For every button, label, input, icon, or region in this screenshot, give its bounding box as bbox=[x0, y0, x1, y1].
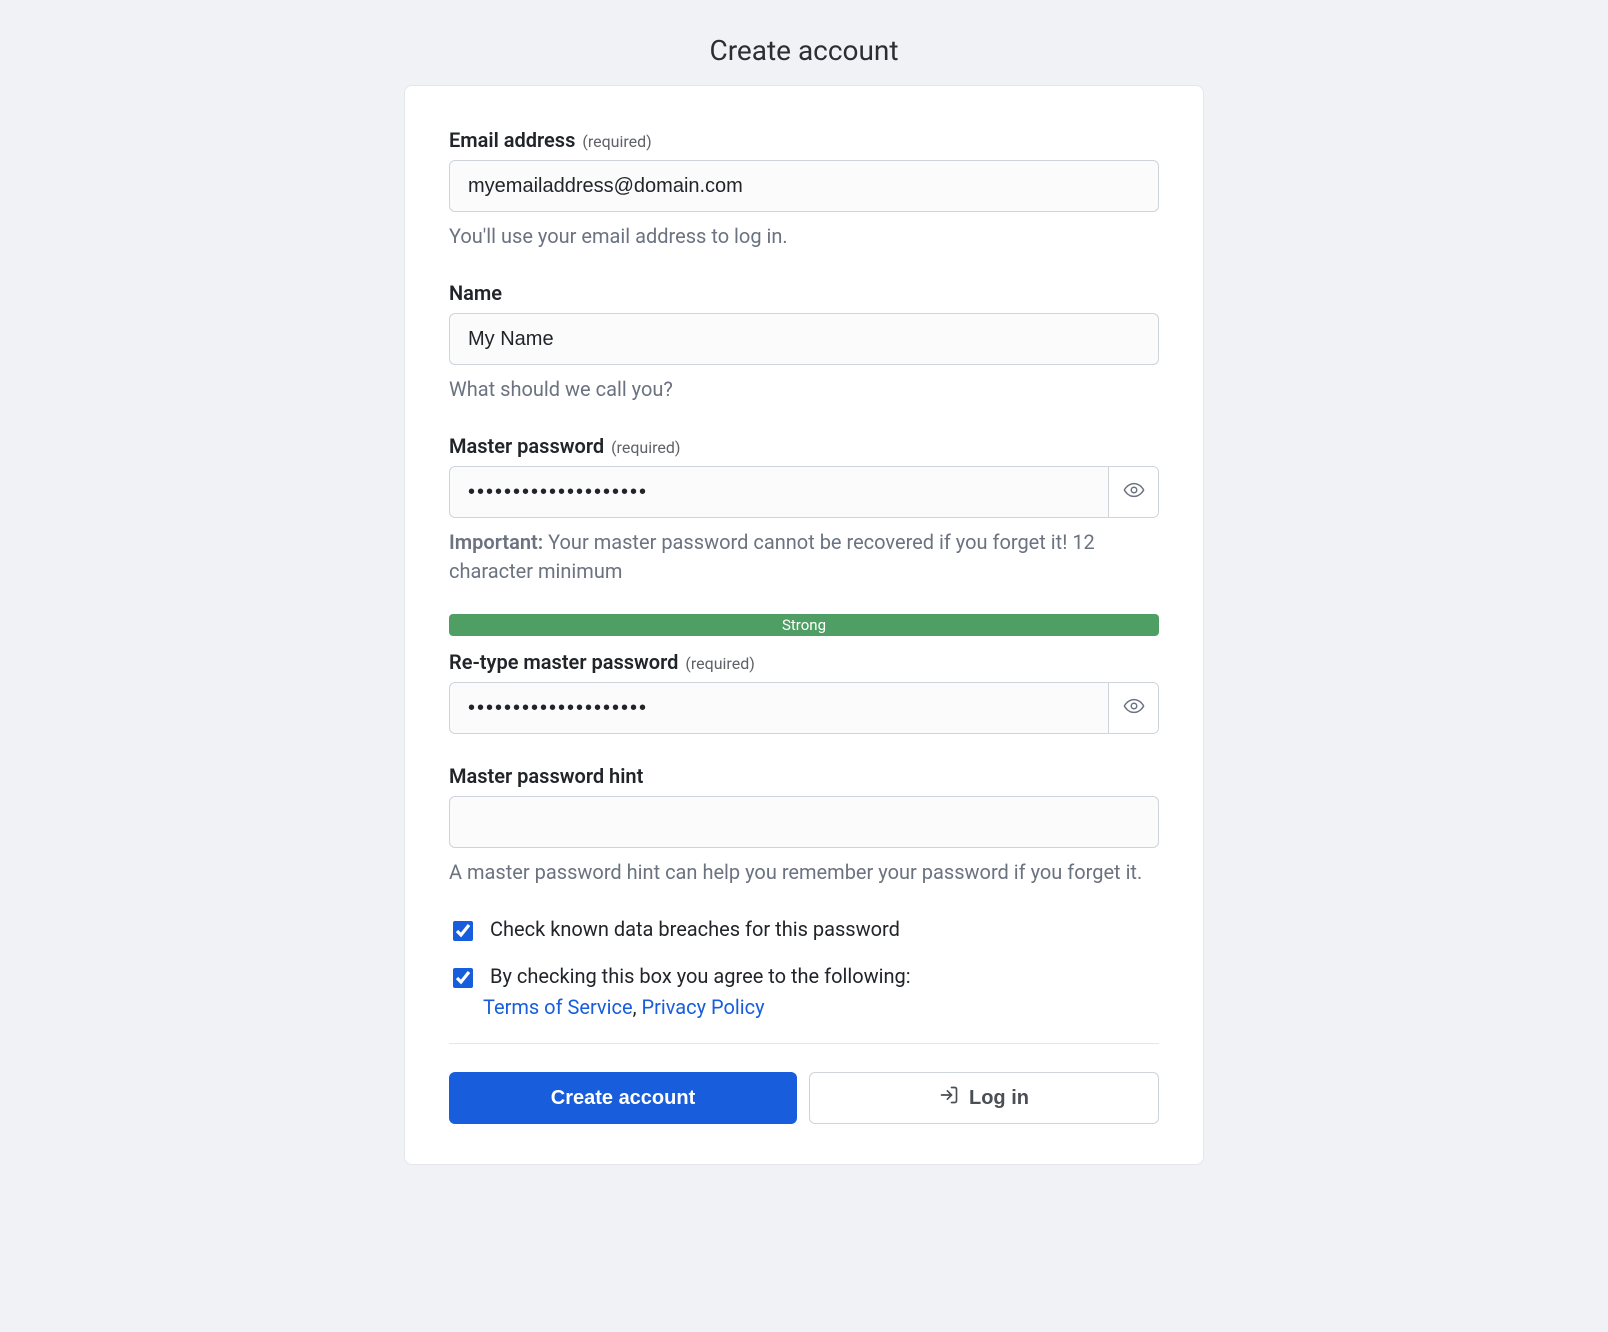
retype-input-group bbox=[449, 682, 1159, 734]
email-field-group: Email address (required) You'll use your… bbox=[449, 128, 1159, 251]
hint-label: Master password hint bbox=[449, 764, 1159, 788]
page-root: Create account Email address (required) … bbox=[0, 0, 1608, 1332]
hint-input[interactable] bbox=[449, 796, 1159, 848]
name-help: What should we call you? bbox=[449, 375, 1159, 404]
password-important-text: Your master password cannot be recovered… bbox=[449, 530, 1095, 583]
eye-icon bbox=[1123, 695, 1145, 721]
log-in-button-label: Log in bbox=[969, 1087, 1029, 1110]
privacy-policy-link[interactable]: Privacy Policy bbox=[641, 995, 764, 1019]
signup-card: Email address (required) You'll use your… bbox=[404, 85, 1204, 1165]
toggle-retype-visibility-button[interactable] bbox=[1108, 683, 1158, 733]
log-in-button[interactable]: Log in bbox=[809, 1072, 1159, 1124]
retype-password-input[interactable] bbox=[450, 683, 1108, 733]
eye-icon bbox=[1123, 479, 1145, 505]
tos-checkbox[interactable] bbox=[453, 968, 473, 988]
create-account-button-label: Create account bbox=[551, 1087, 696, 1110]
password-strength-bar: Strong bbox=[449, 614, 1159, 636]
login-icon bbox=[939, 1085, 959, 1111]
password-label-text: Master password bbox=[449, 434, 604, 458]
breach-checkbox[interactable] bbox=[453, 921, 473, 941]
hint-help: A master password hint can help you reme… bbox=[449, 858, 1159, 887]
password-input-group bbox=[449, 466, 1159, 518]
password-important-label: Important: bbox=[449, 530, 543, 554]
password-label: Master password (required) bbox=[449, 434, 1159, 458]
email-help: You'll use your email address to log in. bbox=[449, 222, 1159, 251]
hint-field-group: Master password hint A master password h… bbox=[449, 764, 1159, 887]
button-row: Create account Log in bbox=[449, 1072, 1159, 1124]
email-required-text: (required) bbox=[582, 132, 651, 151]
name-input[interactable] bbox=[449, 313, 1159, 365]
retype-label-text: Re-type master password bbox=[449, 650, 678, 674]
email-input[interactable] bbox=[449, 160, 1159, 212]
divider-line bbox=[449, 1043, 1159, 1044]
tos-check-label: By checking this box you agree to the fo… bbox=[490, 964, 911, 988]
tos-check-row: By checking this box you agree to the fo… bbox=[449, 964, 1159, 991]
tos-check-group: By checking this box you agree to the fo… bbox=[449, 964, 1159, 1019]
terms-of-service-link[interactable]: Terms of Service bbox=[483, 995, 633, 1019]
password-important-help: Important: Your master password cannot b… bbox=[449, 528, 1159, 586]
name-field-group: Name What should we call you? bbox=[449, 281, 1159, 404]
password-input[interactable] bbox=[450, 467, 1108, 517]
create-account-button[interactable]: Create account bbox=[449, 1072, 797, 1124]
retype-field-group: Re-type master password (required) bbox=[449, 650, 1159, 734]
password-required-text: (required) bbox=[611, 438, 680, 457]
breach-check-label: Check known data breaches for this passw… bbox=[490, 917, 900, 941]
toggle-password-visibility-button[interactable] bbox=[1108, 467, 1158, 517]
retype-required-text: (required) bbox=[685, 654, 754, 673]
page-title: Create account bbox=[0, 34, 1608, 67]
breach-check-row: Check known data breaches for this passw… bbox=[449, 917, 1159, 944]
password-field-group: Master password (required) Important: Yo… bbox=[449, 434, 1159, 586]
email-label: Email address (required) bbox=[449, 128, 1159, 152]
tos-links: Terms of Service, Privacy Policy bbox=[483, 995, 1159, 1019]
email-label-text: Email address bbox=[449, 128, 575, 152]
retype-label: Re-type master password (required) bbox=[449, 650, 1159, 674]
name-label: Name bbox=[449, 281, 1159, 305]
